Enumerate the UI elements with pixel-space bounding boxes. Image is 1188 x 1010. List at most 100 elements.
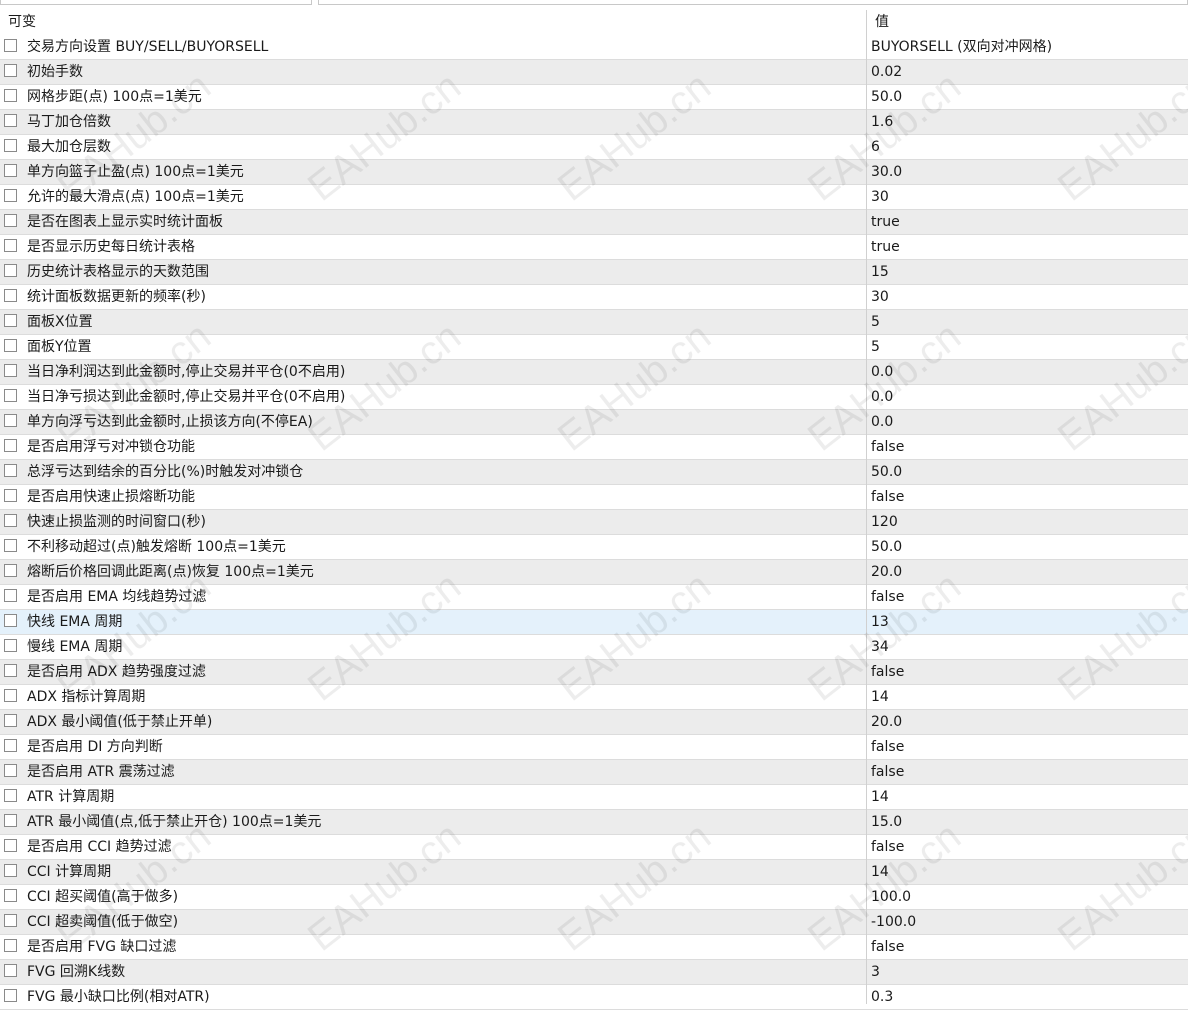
row-checkbox[interactable] xyxy=(4,289,17,302)
table-row[interactable]: 允许的最大滑点(点) 100点=1美元 30 xyxy=(0,185,1188,210)
table-row[interactable]: 是否启用 EMA 均线趋势过滤 false xyxy=(0,585,1188,610)
table-row[interactable]: 网格步距(点) 100点=1美元 50.0 xyxy=(0,85,1188,110)
table-row[interactable]: CCI 超卖阈值(低于做空) -100.0 xyxy=(0,910,1188,935)
row-checkbox[interactable] xyxy=(4,764,17,777)
parameter-value[interactable]: false xyxy=(871,735,904,759)
row-checkbox[interactable] xyxy=(4,714,17,727)
row-checkbox[interactable] xyxy=(4,189,17,202)
table-row[interactable]: 初始手数 0.02 xyxy=(0,60,1188,85)
table-row[interactable]: 是否启用浮亏对冲锁仓功能 false xyxy=(0,435,1188,460)
parameter-value[interactable]: 13 xyxy=(871,610,889,634)
parameter-value[interactable]: 30 xyxy=(871,285,889,309)
parameter-value[interactable]: 50.0 xyxy=(871,460,902,484)
row-checkbox[interactable] xyxy=(4,64,17,77)
parameter-value[interactable]: 3 xyxy=(871,960,880,984)
parameter-value[interactable]: 20.0 xyxy=(871,710,902,734)
parameter-value[interactable]: 0.0 xyxy=(871,385,893,409)
table-row[interactable]: 是否在图表上显示实时统计面板 true xyxy=(0,210,1188,235)
table-row[interactable]: 面板X位置 5 xyxy=(0,310,1188,335)
row-checkbox[interactable] xyxy=(4,664,17,677)
row-checkbox[interactable] xyxy=(4,264,17,277)
table-row[interactable]: FVG 最小缺口比例(相对ATR) 0.3 xyxy=(0,985,1188,1010)
row-checkbox[interactable] xyxy=(4,789,17,802)
parameter-value[interactable]: 50.0 xyxy=(871,535,902,559)
row-checkbox[interactable] xyxy=(4,439,17,452)
parameter-value[interactable]: false xyxy=(871,435,904,459)
row-checkbox[interactable] xyxy=(4,39,17,52)
row-checkbox[interactable] xyxy=(4,939,17,952)
table-row[interactable]: 面板Y位置 5 xyxy=(0,335,1188,360)
row-checkbox[interactable] xyxy=(4,989,17,1002)
table-row[interactable]: 历史统计表格显示的天数范围 15 xyxy=(0,260,1188,285)
parameter-value[interactable]: 15 xyxy=(871,260,889,284)
table-row[interactable]: CCI 超买阈值(高于做多) 100.0 xyxy=(0,885,1188,910)
row-checkbox[interactable] xyxy=(4,689,17,702)
table-row[interactable]: ATR 最小阈值(点,低于禁止开仓) 100点=1美元 15.0 xyxy=(0,810,1188,835)
row-checkbox[interactable] xyxy=(4,839,17,852)
row-checkbox[interactable] xyxy=(4,364,17,377)
parameter-value[interactable]: false xyxy=(871,935,904,959)
parameter-value[interactable]: 15.0 xyxy=(871,810,902,834)
row-checkbox[interactable] xyxy=(4,589,17,602)
table-row[interactable]: 不利移动超过(点)触发熔断 100点=1美元 50.0 xyxy=(0,535,1188,560)
parameter-value[interactable]: 5 xyxy=(871,310,880,334)
parameter-value[interactable]: BUYORSELL (双向对冲网格) xyxy=(871,35,1052,59)
row-checkbox[interactable] xyxy=(4,614,17,627)
row-checkbox[interactable] xyxy=(4,739,17,752)
parameter-value[interactable]: 30 xyxy=(871,185,889,209)
parameter-value[interactable]: true xyxy=(871,210,900,234)
row-checkbox[interactable] xyxy=(4,239,17,252)
table-row[interactable]: 是否启用 CCI 趋势过滤 false xyxy=(0,835,1188,860)
table-row[interactable]: CCI 计算周期 14 xyxy=(0,860,1188,885)
row-checkbox[interactable] xyxy=(4,514,17,527)
row-checkbox[interactable] xyxy=(4,964,17,977)
column-divider[interactable] xyxy=(866,10,867,1004)
parameter-value[interactable]: 0.3 xyxy=(871,985,893,1009)
row-checkbox[interactable] xyxy=(4,814,17,827)
table-row[interactable]: 总浮亏达到结余的百分比(%)时触发对冲锁仓 50.0 xyxy=(0,460,1188,485)
table-row[interactable]: 是否启用 FVG 缺口过滤 false xyxy=(0,935,1188,960)
parameter-value[interactable]: 30.0 xyxy=(871,160,902,184)
table-row[interactable]: 是否启用 ATR 震荡过滤 false xyxy=(0,760,1188,785)
column-header-value[interactable]: 值 xyxy=(875,10,889,35)
table-row[interactable]: 熔断后价格回调此距离(点)恢复 100点=1美元 20.0 xyxy=(0,560,1188,585)
row-checkbox[interactable] xyxy=(4,414,17,427)
table-row[interactable]: 当日净亏损达到此金额时,停止交易并平仓(0不启用) 0.0 xyxy=(0,385,1188,410)
parameter-value[interactable]: 1.6 xyxy=(871,110,893,134)
row-checkbox[interactable] xyxy=(4,889,17,902)
row-checkbox[interactable] xyxy=(4,164,17,177)
table-row[interactable]: ADX 最小阈值(低于禁止开单) 20.0 xyxy=(0,710,1188,735)
row-checkbox[interactable] xyxy=(4,489,17,502)
row-checkbox[interactable] xyxy=(4,89,17,102)
parameter-value[interactable]: 50.0 xyxy=(871,85,902,109)
column-header-variable[interactable]: 可变 xyxy=(8,10,36,35)
table-row[interactable]: 交易方向设置 BUY/SELL/BUYORSELL BUYORSELL (双向对冲… xyxy=(0,35,1188,60)
table-row[interactable]: 是否启用 DI 方向判断 false xyxy=(0,735,1188,760)
parameter-value[interactable]: 34 xyxy=(871,635,889,659)
table-row[interactable]: FVG 回溯K线数 3 xyxy=(0,960,1188,985)
parameter-value[interactable]: 6 xyxy=(871,135,880,159)
table-row[interactable]: 是否显示历史每日统计表格 true xyxy=(0,235,1188,260)
parameter-value[interactable]: 0.0 xyxy=(871,360,893,384)
table-row[interactable]: 单方向浮亏达到此金额时,止损该方向(不停EA) 0.0 xyxy=(0,410,1188,435)
row-checkbox[interactable] xyxy=(4,214,17,227)
parameter-value[interactable]: true xyxy=(871,235,900,259)
table-row[interactable]: 最大加仓层数 6 xyxy=(0,135,1188,160)
row-checkbox[interactable] xyxy=(4,339,17,352)
parameter-value[interactable]: 0.0 xyxy=(871,410,893,434)
parameter-value[interactable]: 20.0 xyxy=(871,560,902,584)
row-checkbox[interactable] xyxy=(4,914,17,927)
parameter-value[interactable]: 0.02 xyxy=(871,60,902,84)
table-row[interactable]: 马丁加仓倍数 1.6 xyxy=(0,110,1188,135)
parameter-value[interactable]: 14 xyxy=(871,685,889,709)
table-row[interactable]: 是否启用 ADX 趋势强度过滤 false xyxy=(0,660,1188,685)
row-checkbox[interactable] xyxy=(4,639,17,652)
table-row[interactable]: 快速止损监测的时间窗口(秒) 120 xyxy=(0,510,1188,535)
table-row[interactable]: 快线 EMA 周期 13 xyxy=(0,610,1188,635)
table-row[interactable]: 单方向篮子止盈(点) 100点=1美元 30.0 xyxy=(0,160,1188,185)
parameter-value[interactable]: false xyxy=(871,835,904,859)
row-checkbox[interactable] xyxy=(4,389,17,402)
row-checkbox[interactable] xyxy=(4,114,17,127)
parameter-value[interactable]: false xyxy=(871,760,904,784)
parameter-value[interactable]: 14 xyxy=(871,860,889,884)
